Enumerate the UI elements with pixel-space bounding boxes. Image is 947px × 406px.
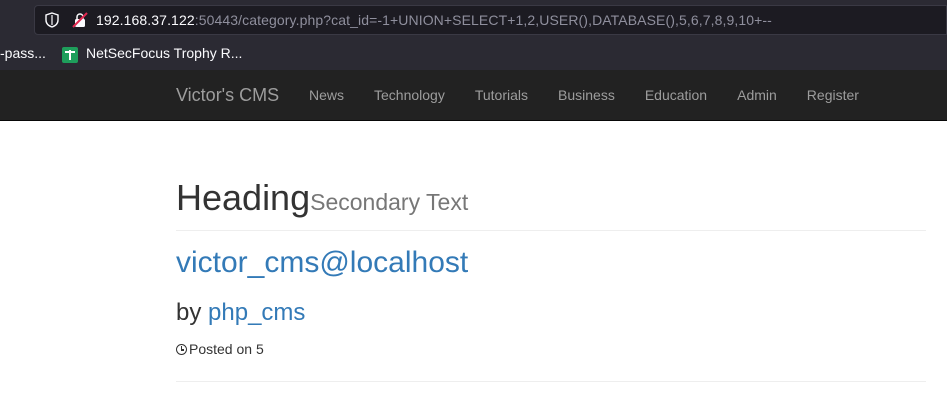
- post-author-link[interactable]: php_cms: [208, 299, 305, 326]
- nav-links: News Technology Tutorials Business Educa…: [294, 70, 874, 120]
- site-navbar: Victor's CMS News Technology Tutorials B…: [0, 70, 947, 121]
- clock-icon: [176, 344, 187, 355]
- nav-link-business[interactable]: Business: [543, 70, 630, 120]
- url-path: :50443/category.php?cat_id=-1+UNION+SELE…: [194, 12, 772, 28]
- divider: [176, 230, 926, 231]
- shield-icon[interactable]: [45, 12, 59, 28]
- url-host: 192.168.37.122: [96, 12, 195, 28]
- post-title-link[interactable]: victor_cms@localhost: [176, 246, 468, 280]
- page-subheading: Secondary Text: [310, 189, 469, 215]
- nav-link-tutorials[interactable]: Tutorials: [460, 70, 543, 120]
- browser-toolbar: 192.168.37.122:50443/category.php?cat_id…: [0, 0, 947, 70]
- url-text[interactable]: 192.168.37.122:50443/category.php?cat_id…: [96, 12, 772, 28]
- posted-value: 5: [255, 341, 264, 357]
- address-bar[interactable]: 192.168.37.122:50443/category.php?cat_id…: [34, 5, 947, 35]
- bookmark-item[interactable]: NetSecFocus Trophy R...: [86, 45, 242, 61]
- byline-prefix: by: [176, 299, 202, 326]
- page-header: HeadingSecondary Text: [176, 177, 926, 219]
- posted-prefix: Posted on: [189, 341, 253, 357]
- page-heading: Heading: [176, 177, 311, 218]
- bookmarks-bar: -pass... NetSecFocus Trophy R...: [0, 40, 947, 68]
- site-brand[interactable]: Victor's CMS: [176, 85, 279, 106]
- post-content-partial: ... ... ...: [176, 398, 219, 406]
- nav-link-news[interactable]: News: [294, 70, 359, 120]
- divider: [176, 381, 926, 382]
- bookmark-item[interactable]: -pass...: [0, 45, 46, 61]
- post-date: Posted on 5: [176, 341, 264, 357]
- nav-link-technology[interactable]: Technology: [359, 70, 460, 120]
- insecure-lock-icon[interactable]: [72, 12, 88, 28]
- nav-link-education[interactable]: Education: [630, 70, 722, 120]
- nav-link-register[interactable]: Register: [792, 70, 874, 120]
- bookmark-favicon-icon: [62, 47, 78, 63]
- post-byline: by php_cms: [176, 299, 305, 327]
- nav-link-admin[interactable]: Admin: [722, 70, 792, 120]
